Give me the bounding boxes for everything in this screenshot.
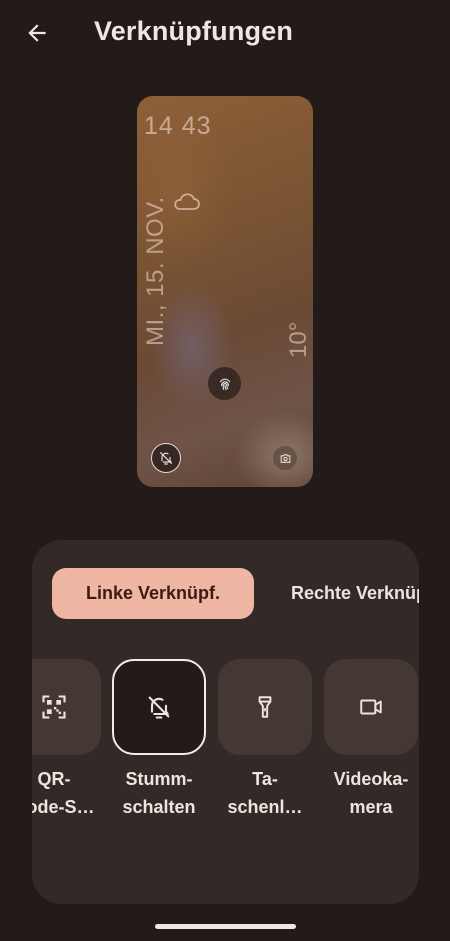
shortcut-label: Videoka- mera [333,769,409,817]
bell-off-icon [148,696,170,719]
tab-left-shortcut[interactable]: Linke Verknüpf. [52,568,254,619]
shortcut-settings-panel: Linke Verknüpf. Rechte Verknüpf. QR- Cod [32,540,419,904]
shortcut-tile[interactable] [324,659,418,755]
preview-temperature: 10° [285,321,312,358]
tab-right-shortcut[interactable]: Rechte Verknüpf. [291,568,419,619]
shortcut-option-mute[interactable]: Stumm- schalten [112,659,206,821]
video-camera-icon [360,699,382,715]
shortcut-option-video-camera[interactable]: Videoka- mera [324,659,418,821]
shortcut-tile[interactable] [218,659,312,755]
top-app-bar: Verknüpfungen [0,0,450,66]
arrow-left-icon [28,24,46,42]
bell-off-icon [160,452,172,465]
shortcut-label: Stumm- schalten [122,769,196,817]
shortcut-label: QR- Code-S… [32,769,95,817]
preview-fingerprint [208,367,241,400]
preview-right-shortcut [273,446,297,470]
cloud-icon [171,190,201,217]
shortcut-label: Ta- schenl… [227,769,303,817]
camera-icon [280,453,290,463]
gesture-nav-handle[interactable] [155,924,296,929]
qr-code-icon [42,695,66,719]
flashlight-icon [258,696,272,718]
back-button[interactable] [18,14,56,52]
preview-clock: 14 43 [144,112,212,140]
lock-screen-preview: 14 43 MI., 15. NOV. 10° [137,96,313,487]
preview-left-shortcut [151,443,181,473]
shortcut-tile-selected[interactable] [112,659,206,755]
shortcut-option-qr-code[interactable]: QR- Code-S… [32,659,101,821]
fingerprint-icon [219,378,230,390]
shortcut-tile[interactable] [32,659,101,755]
preview-date: MI., 15. NOV. [142,196,169,346]
page-title: Verknüpfungen [94,16,294,46]
shortcut-option-flashlight[interactable]: Ta- schenl… [218,659,312,821]
